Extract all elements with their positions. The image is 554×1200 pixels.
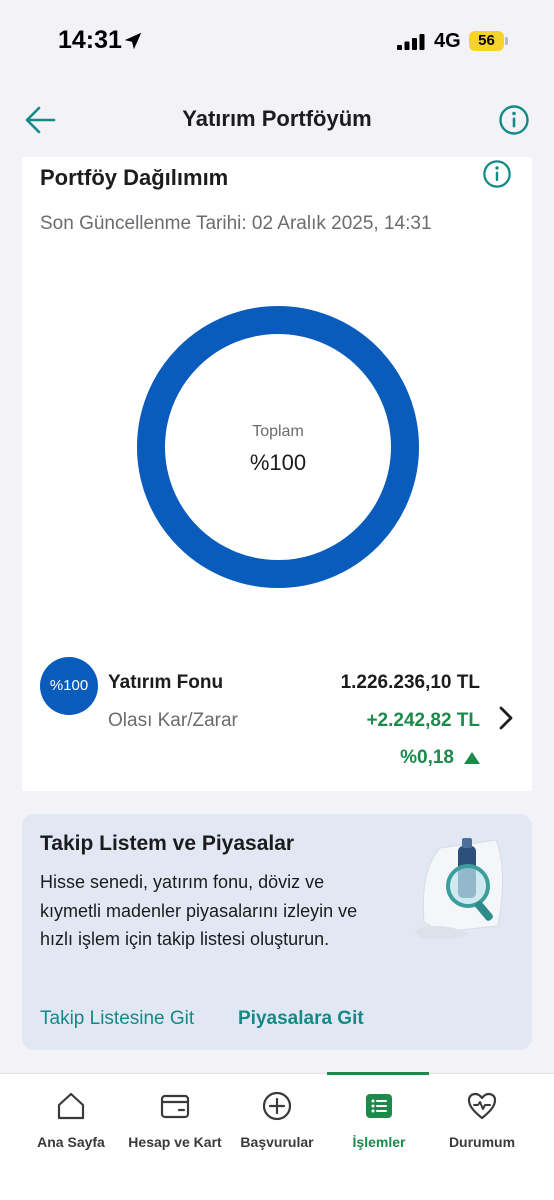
- tab-label: Durumum: [448, 1134, 516, 1150]
- allocation-donut-chart: [137, 306, 419, 588]
- tab-durumum[interactable]: Durumum: [427, 1074, 537, 1174]
- profit-loss-percent: %0,18: [400, 747, 454, 768]
- plus-circle-icon: [262, 1091, 292, 1121]
- signal-icon: [397, 34, 425, 50]
- bottom-tab-bar: Ana Sayfa Hesap ve Kart Başvurular İşlem…: [0, 1072, 554, 1200]
- info-icon[interactable]: [482, 159, 512, 189]
- page-title: Yatırım Portföyüm: [182, 106, 372, 131]
- location-arrow-icon: [124, 32, 142, 50]
- fund-amount: 1.226.236,10 TL: [340, 672, 480, 693]
- wallet-icon: [160, 1094, 190, 1119]
- promo-title: Takip Listem ve Piyasalar: [40, 832, 295, 855]
- fund-share-badge: %100: [40, 657, 98, 715]
- tab-islemler[interactable]: İşlemler: [324, 1074, 434, 1174]
- chevron-right-icon[interactable]: [498, 705, 514, 731]
- heart-pulse-icon: [467, 1092, 497, 1120]
- watchlist-illustration-icon: [414, 838, 503, 940]
- donut-center-label: Toplam: [252, 423, 304, 440]
- status-time: 14:31: [58, 26, 122, 54]
- network-type: 4G: [434, 30, 461, 52]
- donut-center-value: %100: [249, 450, 307, 475]
- trend-up-icon: [464, 752, 480, 764]
- portfolio-card: Portföy Dağılımım Son Güncellenme Tarihi…: [22, 157, 532, 791]
- watchlist-promo-card: Takip Listem ve Piyasalar Hisse senedi, …: [22, 814, 532, 1050]
- status-bar: 14:31 4G 56: [0, 0, 554, 80]
- fund-row-yatirim-fonu[interactable]: %100 Yatırım Fonu 1.226.236,10 TL Olası …: [22, 647, 532, 777]
- nav-bar: Yatırım Portföyüm: [0, 90, 554, 150]
- profit-loss-label: Olası Kar/Zarar: [108, 710, 238, 731]
- home-icon: [57, 1092, 85, 1120]
- battery-icon: 56: [469, 31, 504, 51]
- tab-basvurular[interactable]: Başvurular: [222, 1074, 332, 1174]
- promo-description: Hisse senedi, yatırım fonu, döviz ve kıy…: [40, 872, 358, 949]
- fund-name: Yatırım Fonu: [108, 672, 224, 693]
- portfolio-title: Portföy Dağılımım: [40, 165, 229, 190]
- profit-loss-value: +2.242,82 TL: [366, 710, 480, 731]
- tab-ana-sayfa[interactable]: Ana Sayfa: [16, 1074, 126, 1174]
- battery-tip: [505, 37, 508, 45]
- watchlist-link[interactable]: Takip Listesine Git: [40, 1008, 194, 1030]
- donut-segment-yatirim-fonu: [137, 306, 419, 588]
- last-updated-text: Son Güncellenme Tarihi: 02 Aralık 2025, …: [40, 213, 432, 234]
- info-icon[interactable]: [498, 104, 530, 136]
- list-icon: [366, 1094, 392, 1118]
- tab-hesap-ve-kart[interactable]: Hesap ve Kart: [120, 1074, 230, 1174]
- markets-link[interactable]: Piyasalara Git: [238, 1008, 364, 1030]
